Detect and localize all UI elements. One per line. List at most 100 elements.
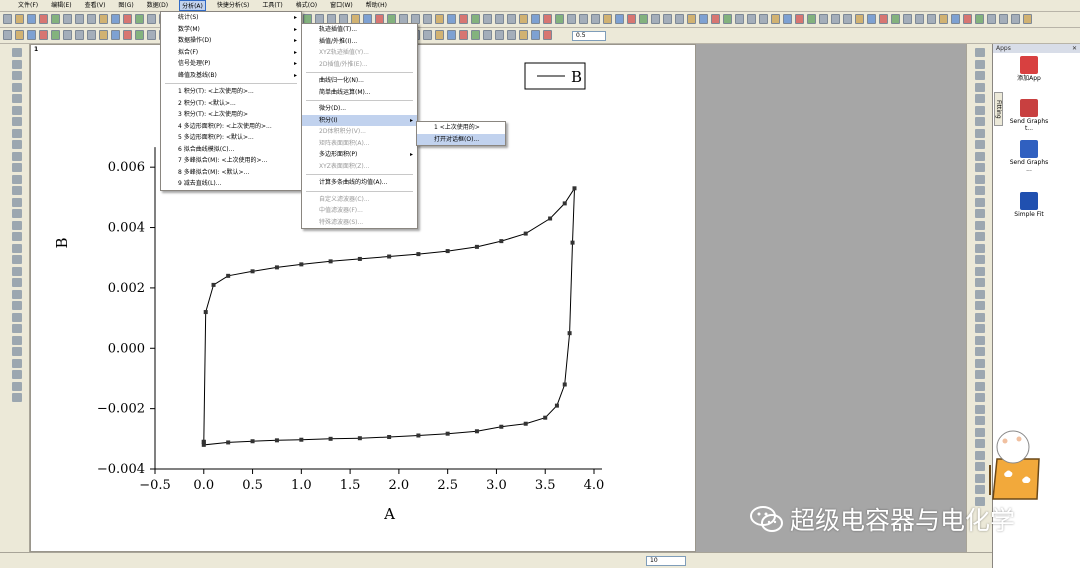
tool-icon[interactable] <box>975 209 985 218</box>
menu-item-3[interactable]: 图(G) <box>116 0 135 11</box>
tool-icon[interactable] <box>975 301 985 310</box>
app-item[interactable]: Send Graphs ... <box>1007 140 1051 173</box>
toolbar-button-icon[interactable] <box>135 14 144 24</box>
toolbar-button-icon[interactable] <box>531 30 540 40</box>
menu-item[interactable]: 拟合(F) ▸ <box>161 47 301 59</box>
toolbar-button-icon[interactable] <box>771 14 780 24</box>
menu-item[interactable]: 打开对话框(O)... <box>417 133 505 145</box>
toolbar-button-icon[interactable] <box>495 30 504 40</box>
tool-icon[interactable] <box>12 232 22 241</box>
toolbar-button-icon[interactable] <box>999 14 1008 24</box>
toolbar-button-icon[interactable] <box>675 14 684 24</box>
tool-icon[interactable] <box>12 128 22 138</box>
tool-icon[interactable] <box>975 82 985 92</box>
toolbar-button-icon[interactable] <box>807 14 816 24</box>
toolbar-button-icon[interactable] <box>87 14 96 24</box>
toolbar-button-icon[interactable] <box>39 30 48 40</box>
toolbar-button-icon[interactable] <box>423 14 432 24</box>
toolbar-button-icon[interactable] <box>75 30 84 40</box>
menu-item-9[interactable]: 窗口(W) <box>328 0 355 11</box>
tool-icon[interactable] <box>12 140 22 149</box>
menu-item-6[interactable]: 快捷分析(S) <box>215 0 252 11</box>
line-width-field[interactable]: 0.5 <box>572 31 606 41</box>
tool-icon[interactable] <box>975 220 985 230</box>
toolbar-button-icon[interactable] <box>735 14 744 24</box>
tool-icon[interactable] <box>12 71 22 80</box>
menu-item-10[interactable]: 帮助(H) <box>364 0 389 11</box>
tool-icon[interactable] <box>975 439 985 448</box>
toolbar-button-icon[interactable] <box>51 30 60 40</box>
toolbar-button-icon[interactable] <box>579 14 588 24</box>
tool-icon[interactable] <box>975 312 985 322</box>
toolbar-button-icon[interactable] <box>495 14 504 24</box>
toolbar-button-icon[interactable] <box>519 30 528 40</box>
tool-icon[interactable] <box>975 393 985 402</box>
toolbar-button-icon[interactable] <box>987 14 996 24</box>
menu-item-0[interactable]: 文件(F) <box>16 0 40 11</box>
toolbar-button-icon[interactable] <box>111 14 120 24</box>
tool-icon[interactable] <box>12 324 22 333</box>
toolbar-button-icon[interactable] <box>423 30 432 40</box>
menu-item-7[interactable]: 工具(T) <box>260 0 284 11</box>
tool-icon[interactable] <box>975 94 985 103</box>
toolbar-button-icon[interactable] <box>519 14 528 24</box>
tool-icon[interactable] <box>975 105 985 115</box>
toolbar-button-icon[interactable] <box>15 14 24 24</box>
toolbar-button-icon[interactable] <box>711 14 720 24</box>
toolbar-button-icon[interactable] <box>63 30 72 40</box>
tool-icon[interactable] <box>975 140 985 149</box>
menu-item[interactable]: 数据操作(D) ▸ <box>161 35 301 47</box>
app-item[interactable]: 添加App <box>1007 56 1051 82</box>
tool-icon[interactable] <box>975 71 985 80</box>
toolbar-button-icon[interactable] <box>927 14 936 24</box>
toolbar-button-icon[interactable] <box>843 14 852 24</box>
menu-item[interactable]: XYZ表面面积(Z)... <box>302 161 417 173</box>
toolbar-button-icon[interactable] <box>627 14 636 24</box>
tool-icon[interactable] <box>975 151 985 161</box>
tool-icon[interactable] <box>12 278 22 287</box>
tool-icon[interactable] <box>12 335 22 345</box>
menu-item[interactable]: 7 多峰拟合(M): <上次使用的>... <box>161 155 301 167</box>
tool-icon[interactable] <box>975 48 985 57</box>
tool-icon[interactable] <box>975 117 985 126</box>
menu-item[interactable]: 9 减去直线(L)... <box>161 178 301 190</box>
toolbar-button-icon[interactable] <box>99 30 108 40</box>
tool-icon[interactable] <box>12 48 22 57</box>
tool-icon[interactable] <box>975 335 985 345</box>
toolbar-button-icon[interactable] <box>615 14 624 24</box>
toolbar-button-icon[interactable] <box>795 14 804 24</box>
menu-item[interactable]: 数学(M) ▸ <box>161 24 301 36</box>
tool-icon[interactable] <box>975 232 985 241</box>
toolbar-button-icon[interactable] <box>471 30 480 40</box>
toolbar-button-icon[interactable] <box>1023 14 1032 24</box>
toolbar-button-icon[interactable] <box>507 30 516 40</box>
toolbar-button-icon[interactable] <box>435 14 444 24</box>
toolbar-button-icon[interactable] <box>483 14 492 24</box>
tool-icon[interactable] <box>975 473 985 483</box>
tool-icon[interactable] <box>975 266 985 276</box>
menu-item[interactable]: 5 多边形面积(P): <默认>... <box>161 132 301 144</box>
tool-icon[interactable] <box>12 312 22 322</box>
toolbar-button-icon[interactable] <box>555 14 564 24</box>
tool-icon[interactable] <box>975 450 985 460</box>
tool-icon[interactable] <box>975 278 985 287</box>
menu-item[interactable]: 2D体积积分(V)... <box>302 126 417 138</box>
menu-item[interactable]: 8 多峰拟合(M): <默认>... <box>161 167 301 179</box>
toolbar-button-icon[interactable] <box>603 14 612 24</box>
toolbar-button-icon[interactable] <box>951 14 960 24</box>
tool-icon[interactable] <box>12 209 22 218</box>
tool-icon[interactable] <box>12 289 22 299</box>
tool-icon[interactable] <box>12 117 22 126</box>
toolbar-button-icon[interactable] <box>963 14 972 24</box>
toolbar-button-icon[interactable] <box>783 14 792 24</box>
tool-icon[interactable] <box>975 163 985 172</box>
tool-icon[interactable] <box>975 358 985 368</box>
toolbar-button-icon[interactable] <box>759 14 768 24</box>
app-item[interactable]: Simple Fit <box>1007 192 1051 218</box>
toolbar-button-icon[interactable] <box>831 14 840 24</box>
toolbar-button-icon[interactable] <box>867 14 876 24</box>
toolbar-button-icon[interactable] <box>3 14 12 24</box>
toolbar-button-icon[interactable] <box>459 30 468 40</box>
toolbar-button-icon[interactable] <box>1011 14 1020 24</box>
menu-item[interactable]: 简单曲线运算(M)... <box>302 87 417 99</box>
